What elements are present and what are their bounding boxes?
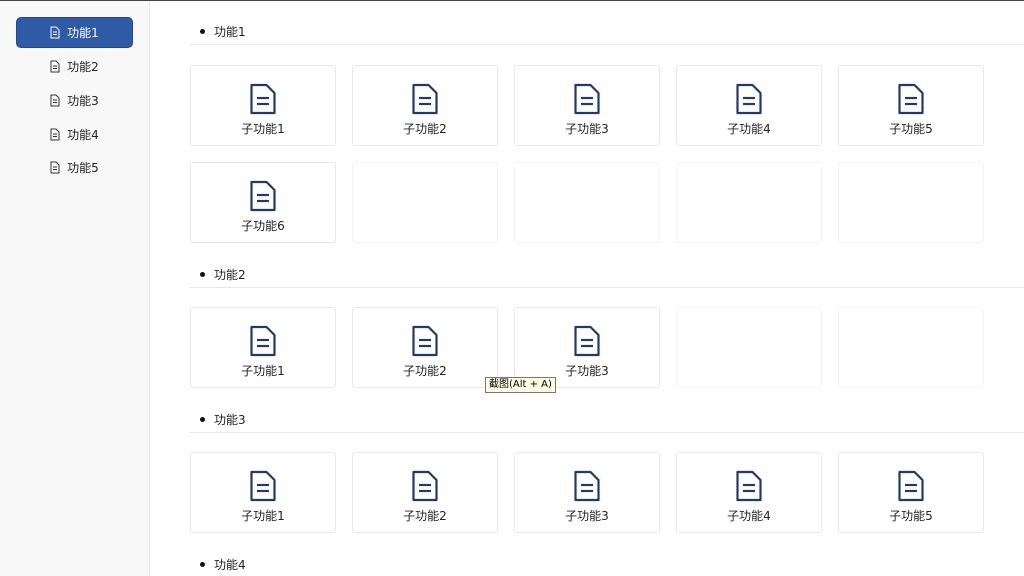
subfeature-card[interactable]: 子功能2: [352, 307, 498, 388]
document-icon: [250, 325, 276, 357]
document-icon: [898, 470, 924, 502]
subfeature-card[interactable]: 子功能2: [352, 65, 498, 146]
subfeature-card[interactable]: 子功能2: [352, 452, 498, 533]
section-header: 功能3: [190, 409, 1024, 433]
card-label: 子功能1: [241, 122, 285, 136]
document-icon: [50, 128, 60, 141]
sidebar-item-4[interactable]: 功能4: [16, 119, 133, 150]
section-title: 功能1: [214, 25, 246, 39]
subfeature-card[interactable]: 子功能4: [676, 452, 822, 533]
document-icon: [50, 26, 60, 39]
section-title: 功能2: [214, 268, 246, 282]
sidebar-item-label: 功能4: [67, 128, 99, 142]
subfeature-card[interactable]: 子功能3: [514, 452, 660, 533]
empty-card-slot: [838, 307, 984, 388]
card-label: 子功能6: [241, 219, 285, 233]
card-label: 子功能4: [727, 122, 771, 136]
card-label: 子功能5: [889, 122, 933, 136]
section-header: 功能1: [190, 21, 1024, 45]
sidebar-item-label: 功能1: [67, 26, 99, 40]
card-label: 子功能5: [889, 509, 933, 523]
document-icon: [412, 83, 438, 115]
document-icon: [412, 325, 438, 357]
card-label: 子功能2: [403, 364, 447, 378]
document-icon: [574, 325, 600, 357]
subfeature-card[interactable]: 子功能4: [676, 65, 822, 146]
document-icon: [736, 470, 762, 502]
subfeature-card[interactable]: 子功能6: [190, 162, 336, 243]
section-title: 功能4: [214, 558, 246, 572]
card-label: 子功能3: [565, 122, 609, 136]
sidebar: 功能1 功能2 功能3 功能4 功能5: [0, 1, 150, 576]
empty-card-slot: [676, 307, 822, 388]
document-icon: [898, 83, 924, 115]
bullet-icon: [200, 272, 205, 277]
document-icon: [50, 94, 60, 107]
sidebar-item-2[interactable]: 功能2: [16, 51, 133, 82]
bullet-icon: [200, 29, 205, 34]
subfeature-card[interactable]: 子功能5: [838, 65, 984, 146]
sidebar-item-label: 功能3: [67, 94, 99, 108]
document-icon: [574, 83, 600, 115]
section-title: 功能3: [214, 413, 246, 427]
document-icon: [250, 470, 276, 502]
card-label: 子功能3: [565, 509, 609, 523]
sidebar-item-1[interactable]: 功能1: [16, 17, 133, 48]
sidebar-item-5[interactable]: 功能5: [16, 152, 133, 183]
subfeature-card[interactable]: 子功能1: [190, 307, 336, 388]
card-label: 子功能1: [241, 509, 285, 523]
bullet-icon: [200, 562, 205, 567]
empty-card-slot: [838, 162, 984, 243]
subfeature-card[interactable]: 子功能1: [190, 65, 336, 146]
main-content: 功能1 子功能1 子功能2 子功能3 子功能4 子功能5 子功能6 功能2 子功…: [150, 1, 1024, 576]
document-icon: [50, 161, 60, 174]
document-icon: [412, 470, 438, 502]
subfeature-card[interactable]: 子功能1: [190, 452, 336, 533]
sidebar-item-label: 功能5: [67, 161, 99, 175]
sidebar-item-3[interactable]: 功能3: [16, 85, 133, 116]
card-label: 子功能1: [241, 364, 285, 378]
bullet-icon: [200, 417, 205, 422]
section-header: 功能2: [190, 264, 1024, 288]
card-label: 子功能2: [403, 122, 447, 136]
screenshot-tooltip: 截图(Alt + A): [485, 377, 556, 393]
document-icon: [50, 60, 60, 73]
document-icon: [250, 180, 276, 212]
empty-card-slot: [514, 162, 660, 243]
subfeature-card[interactable]: 子功能3: [514, 65, 660, 146]
document-icon: [736, 83, 762, 115]
section-header: 功能4: [190, 554, 1024, 576]
card-label: 子功能4: [727, 509, 771, 523]
empty-card-slot: [676, 162, 822, 243]
card-label: 子功能2: [403, 509, 447, 523]
subfeature-card[interactable]: 子功能3: [514, 307, 660, 388]
document-icon: [250, 83, 276, 115]
subfeature-card[interactable]: 子功能5: [838, 452, 984, 533]
document-icon: [574, 470, 600, 502]
sidebar-item-label: 功能2: [67, 60, 99, 74]
empty-card-slot: [352, 162, 498, 243]
